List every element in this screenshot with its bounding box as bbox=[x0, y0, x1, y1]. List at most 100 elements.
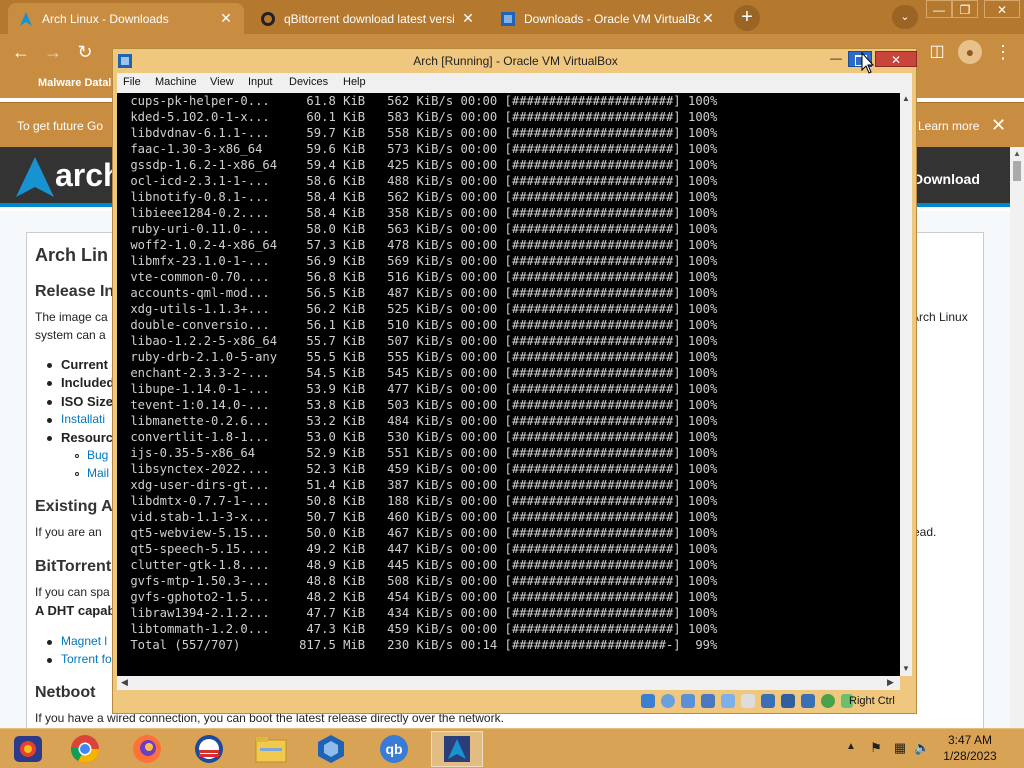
cpu-icon[interactable] bbox=[801, 694, 815, 708]
restore-button[interactable]: ❐ bbox=[952, 0, 978, 18]
guest-additions-icon[interactable] bbox=[821, 694, 835, 708]
menu-devices[interactable]: Devices bbox=[289, 76, 328, 88]
close-icon[interactable]: ✕ bbox=[700, 10, 716, 27]
profile-avatar[interactable]: ● bbox=[958, 40, 982, 64]
scroll-down-icon[interactable]: ▼ bbox=[902, 664, 910, 673]
menu-input[interactable]: Input bbox=[248, 76, 272, 88]
infobar-close-icon[interactable]: ✕ bbox=[991, 115, 1006, 136]
window-close-button[interactable]: ✕ bbox=[984, 0, 1020, 18]
tab-virtualbox-downloads[interactable]: Downloads - Oracle VM VirtualBox ✕ bbox=[490, 3, 726, 34]
clock-date[interactable]: 1/28/2023 bbox=[930, 749, 1010, 763]
scroll-right-icon[interactable]: ▶ bbox=[887, 677, 894, 688]
vm-horizontal-scrollbar[interactable]: ◀ ▶ bbox=[117, 676, 900, 690]
terminal-line: gssdp-1.6.2-1-x86_64 59.4 KiB 425 KiB/s … bbox=[123, 158, 718, 172]
new-tab-button[interactable]: + bbox=[734, 5, 760, 31]
tab-title: Downloads - Oracle VM VirtualBox bbox=[524, 11, 700, 26]
hard-disk-icon[interactable] bbox=[641, 694, 655, 708]
display-icon[interactable] bbox=[761, 694, 775, 708]
start-button[interactable] bbox=[2, 731, 54, 767]
reload-button[interactable]: ↻ bbox=[74, 42, 96, 62]
terminal-line: libupe-1.14.0-1-... 53.9 KiB 477 KiB/s 0… bbox=[123, 382, 718, 396]
recording-icon[interactable] bbox=[781, 694, 795, 708]
github-icon bbox=[260, 11, 276, 27]
close-icon[interactable]: ✕ bbox=[460, 10, 476, 27]
arch-logo-icon[interactable] bbox=[16, 157, 54, 197]
mouse-cursor-icon bbox=[861, 52, 875, 74]
virtualbox-window: Arch [Running] - Oracle VM VirtualBox — … bbox=[112, 48, 917, 714]
obama-icon bbox=[195, 735, 223, 763]
scroll-up-icon[interactable]: ▲ bbox=[902, 94, 910, 103]
bittorrent-heading: BitTorrent bbox=[35, 558, 112, 575]
magnet-link[interactable]: Magnet l bbox=[61, 634, 107, 648]
netboot-heading: Netboot bbox=[35, 684, 96, 701]
tray-expand-icon[interactable]: ▲ bbox=[846, 741, 856, 752]
terminal-line: ijs-0.35-5-x86_64 52.9 KiB 551 KiB/s 00:… bbox=[123, 446, 718, 460]
scroll-thumb[interactable] bbox=[1013, 161, 1021, 181]
list-item: ISO Size bbox=[61, 394, 114, 409]
terminal-line: xdg-user-dirs-gt... 51.4 KiB 387 KiB/s 0… bbox=[123, 478, 718, 492]
volume-icon[interactable]: 🔈 bbox=[914, 740, 930, 756]
network-icon[interactable]: ▦ bbox=[892, 740, 908, 756]
usb-icon[interactable] bbox=[721, 694, 735, 708]
qb-label: qb bbox=[385, 741, 402, 757]
torrent-link[interactable]: Torrent fo bbox=[61, 652, 112, 666]
bug-link[interactable]: Bug bbox=[87, 448, 108, 462]
page-scrollbar[interactable]: ▲ bbox=[1010, 147, 1024, 728]
taskbar-app-obama[interactable] bbox=[183, 731, 235, 767]
close-button[interactable]: ✕ bbox=[875, 51, 917, 67]
intro-text-2: system can a bbox=[35, 328, 106, 342]
menu-file[interactable]: File bbox=[123, 76, 141, 88]
menu-help[interactable]: Help bbox=[343, 76, 366, 88]
vm-display[interactable]: cups-pk-helper-0... 61.8 KiB 562 KiB/s 0… bbox=[117, 93, 900, 676]
taskbar-file-explorer[interactable] bbox=[245, 731, 297, 767]
scroll-left-icon[interactable]: ◀ bbox=[121, 677, 128, 688]
sidebar-icon[interactable]: ◫ bbox=[926, 42, 948, 62]
list-item: Resourc bbox=[61, 430, 114, 445]
taskbar-chrome[interactable] bbox=[59, 731, 111, 767]
terminal-line: clutter-gtk-1.8.... 48.9 KiB 445 KiB/s 0… bbox=[123, 558, 718, 572]
close-icon[interactable]: ✕ bbox=[218, 10, 234, 27]
taskbar-virtualbox[interactable] bbox=[305, 731, 357, 767]
terminal-line: libsynctex-2022.... 52.3 KiB 459 KiB/s 0… bbox=[123, 462, 718, 476]
terminal-line: libao-1.2.2-5-x86_64 55.7 KiB 507 KiB/s … bbox=[123, 334, 718, 348]
bullet bbox=[47, 436, 52, 441]
minimize-button[interactable]: — bbox=[827, 51, 845, 67]
tab-arch-downloads[interactable]: Arch Linux - Downloads ✕ bbox=[8, 3, 244, 34]
taskbar-firefox[interactable] bbox=[121, 731, 173, 767]
menu-icon[interactable]: ⋮ bbox=[992, 42, 1014, 62]
learn-more-link[interactable]: Learn more bbox=[918, 119, 979, 133]
virtualbox-icon bbox=[318, 735, 344, 763]
host-key-label: Right Ctrl bbox=[849, 695, 895, 707]
terminal-line: tevent-1:0.14.0-... 53.8 KiB 503 KiB/s 0… bbox=[123, 398, 718, 412]
minimize-button[interactable]: — bbox=[926, 0, 952, 18]
infobar-text: To get future Go bbox=[17, 119, 104, 133]
mail-link[interactable]: Mail bbox=[87, 466, 109, 480]
installation-link[interactable]: Installati bbox=[61, 412, 105, 426]
terminal-line: xdg-utils-1.1.3+... 56.2 KiB 525 KiB/s 0… bbox=[123, 302, 718, 316]
bullet bbox=[47, 640, 52, 645]
terminal-line: faac-1.30-3-x86_64 59.6 KiB 573 KiB/s 00… bbox=[123, 142, 718, 156]
flag-icon[interactable]: ⚑ bbox=[868, 740, 884, 756]
menu-view[interactable]: View bbox=[210, 76, 234, 88]
vm-vertical-scrollbar[interactable]: ▲ ▼ bbox=[900, 93, 912, 676]
arch-vm-icon bbox=[444, 736, 470, 762]
audio-icon[interactable] bbox=[681, 694, 695, 708]
bookmark-malware[interactable]: Malware Datal bbox=[38, 77, 111, 89]
taskbar-qbittorrent[interactable]: qb bbox=[368, 731, 420, 767]
tab-qbittorrent[interactable]: qBittorrent download latest versi ✕ bbox=[250, 3, 486, 34]
shared-folders-icon[interactable] bbox=[741, 694, 755, 708]
tab-search-button[interactable]: ⌄ bbox=[892, 5, 918, 29]
terminal-line: convertlit-1.8-1... 53.0 KiB 530 KiB/s 0… bbox=[123, 430, 718, 444]
back-button[interactable]: ← bbox=[10, 42, 32, 62]
taskbar-arch-vm[interactable] bbox=[431, 731, 483, 767]
network-icon[interactable] bbox=[701, 694, 715, 708]
menu-machine[interactable]: Machine bbox=[155, 76, 197, 88]
qbittorrent-icon: qb bbox=[380, 735, 408, 763]
bullet bbox=[47, 658, 52, 663]
optical-drive-icon[interactable] bbox=[661, 694, 675, 708]
scroll-up-icon[interactable]: ▲ bbox=[1013, 149, 1021, 158]
nav-download-link[interactable]: Download bbox=[913, 171, 980, 187]
clock-time[interactable]: 3:47 AM bbox=[930, 733, 1010, 747]
bullet bbox=[75, 472, 79, 476]
forward-button[interactable]: → bbox=[42, 42, 64, 62]
